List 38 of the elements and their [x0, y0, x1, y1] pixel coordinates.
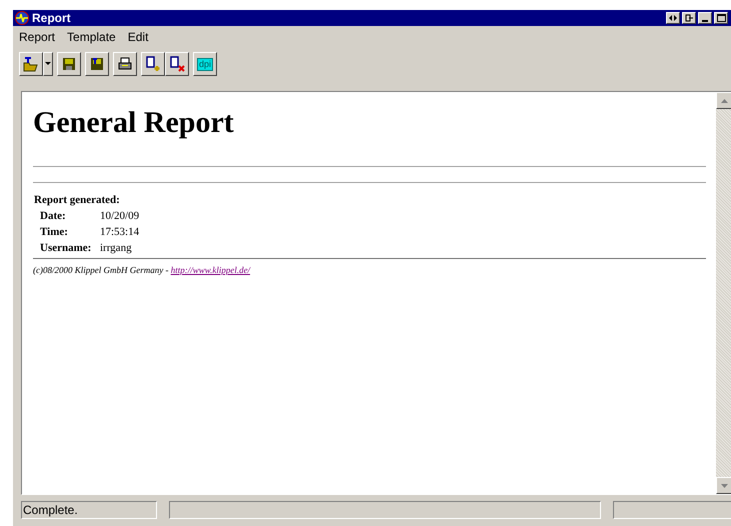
dropdown-button[interactable] [43, 52, 53, 76]
resize-button[interactable] [666, 12, 680, 24]
delete-page-button[interactable] [165, 52, 189, 76]
export-button[interactable] [682, 12, 696, 24]
minimize-button[interactable] [698, 12, 712, 24]
copyright-text: (c)08/2000 Klippel GmbH Germany - http://www.klippel.de/ [33, 265, 252, 275]
website-link[interactable]: http://www.klippel.de/ [170, 265, 250, 275]
save-template-button[interactable] [85, 52, 109, 76]
scroll-up-icon[interactable] [721, 98, 728, 102]
status-message: Complete. [21, 501, 158, 519]
field-label: Username: [40, 242, 92, 254]
maximize-button[interactable] [714, 12, 728, 24]
report-heading: General Report [33, 106, 235, 140]
menu-item[interactable]: Report [19, 30, 56, 44]
field-value: 17:53:14 [100, 226, 140, 238]
open-template-button[interactable] [19, 52, 43, 76]
printer-icon [117, 56, 133, 72]
page-cross-icon [169, 56, 185, 72]
page-plus-icon [145, 56, 161, 72]
field-value: irrgang [100, 242, 132, 254]
resize-icon [669, 15, 677, 21]
menu-item[interactable]: Template [67, 30, 116, 44]
add-page-button[interactable] [141, 52, 165, 76]
print-button[interactable] [113, 52, 137, 76]
window-title: Report [32, 11, 71, 25]
folder-icon [23, 56, 39, 72]
scroll-down-icon[interactable] [721, 484, 728, 488]
field-label: Time: [40, 226, 69, 238]
app-icon [15, 11, 29, 25]
maximize-icon [716, 14, 726, 22]
export-icon [685, 14, 693, 22]
dpi-button[interactable]: dpi [193, 52, 217, 76]
field-value: 10/20/09 [100, 210, 140, 222]
generated-label: Report generated: [34, 194, 121, 206]
field-label: Date: [40, 210, 67, 222]
caret-icon [45, 62, 51, 66]
save-button[interactable] [57, 52, 81, 76]
menu-item[interactable]: Edit [128, 30, 148, 44]
